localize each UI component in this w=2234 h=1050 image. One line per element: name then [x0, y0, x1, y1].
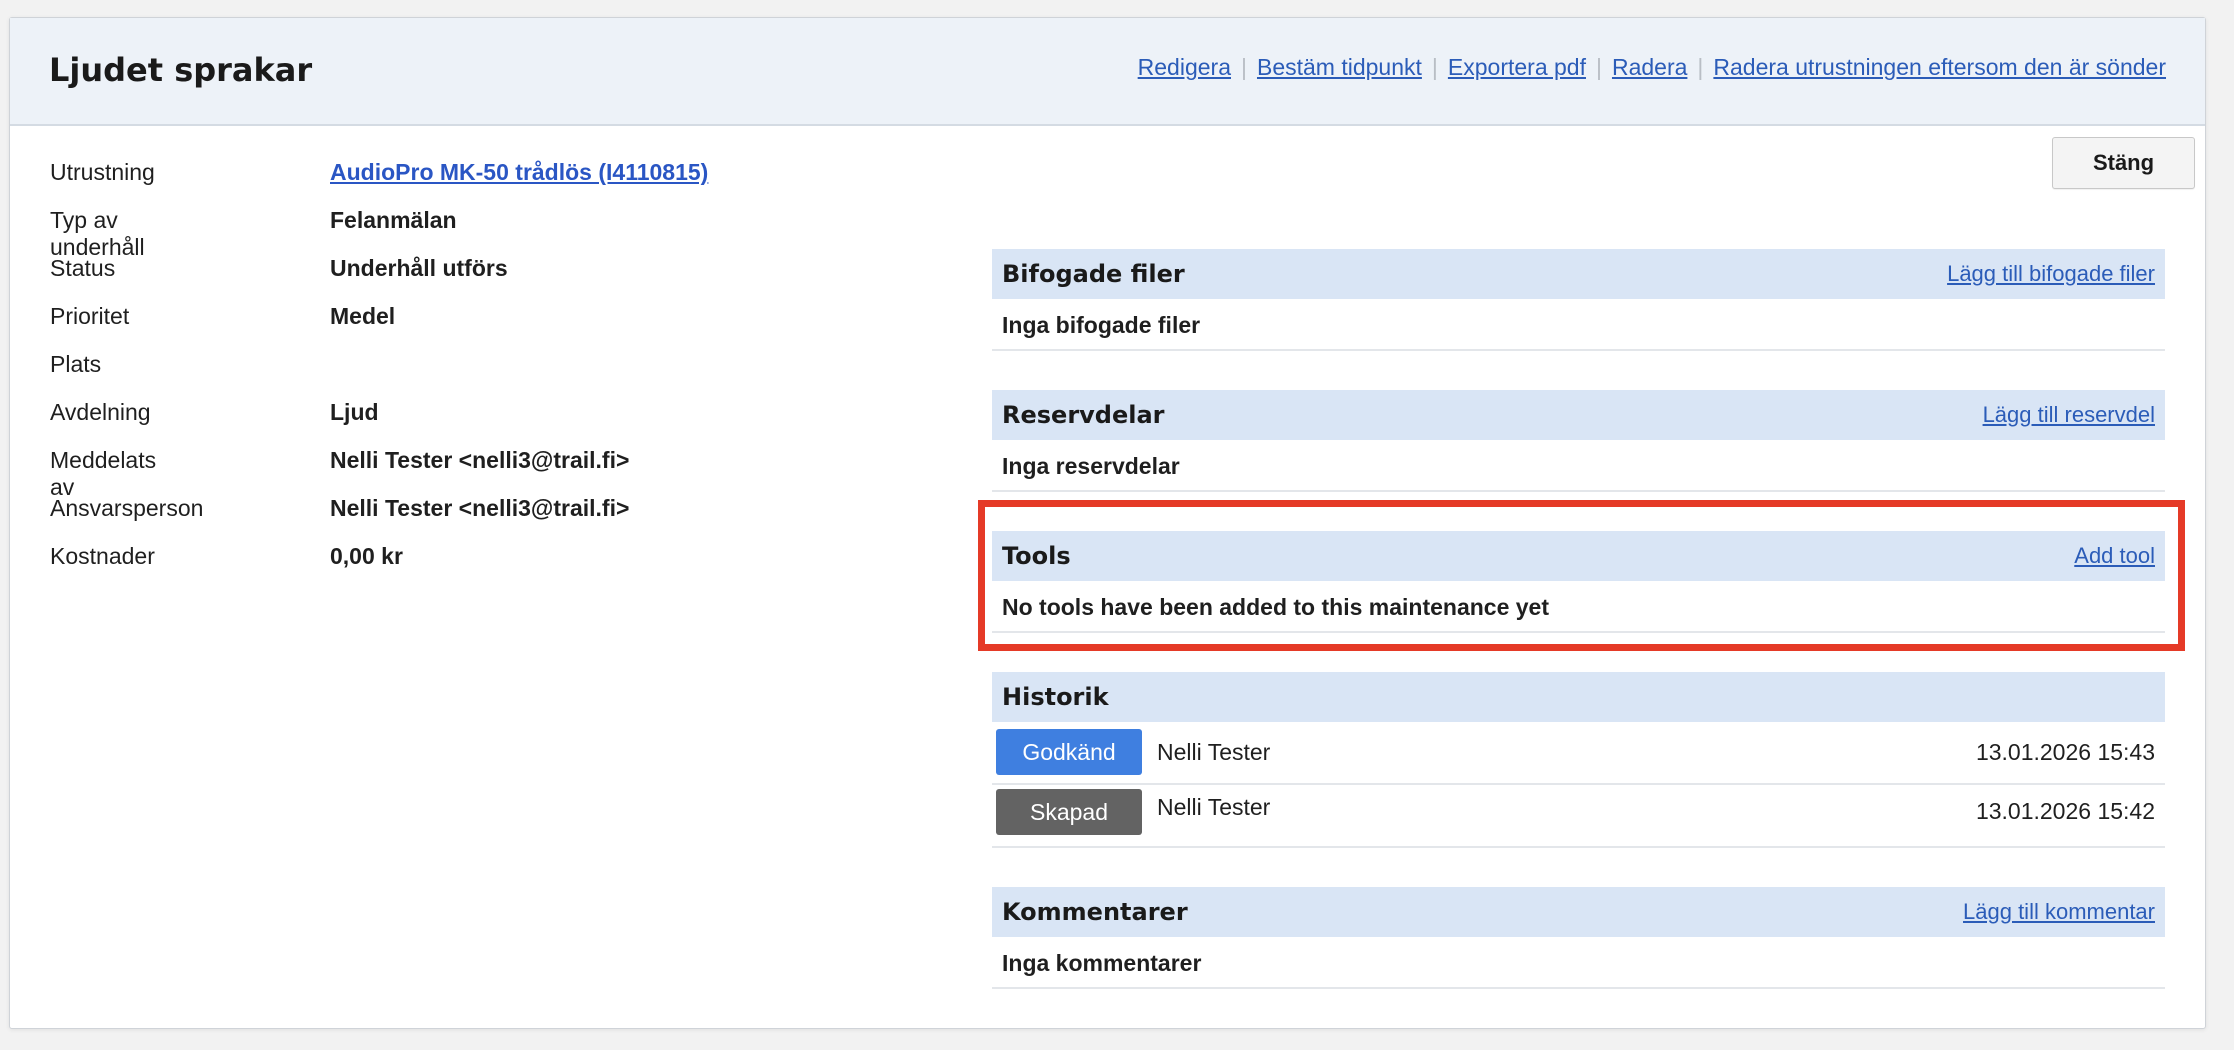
section-header: Reservdelar Lägg till reservdel — [992, 390, 2165, 440]
separator: | — [1241, 54, 1247, 80]
info-label: Plats — [50, 351, 102, 377]
info-value: Medel — [330, 303, 396, 329]
maintenance-card: Ljudet sprakar Redigera | Bestäm tidpunkt |… — [9, 17, 2206, 1029]
info-label: Typ av underhåll — [50, 207, 145, 260]
comments-section: Kommentarer Lägg till kommentar Inga kom… — [992, 887, 2165, 989]
section-body: Inga kommentarer — [992, 937, 2165, 989]
equipment-link[interactable]: AudioPro MK-50 trådlös (I4110815) — [330, 159, 708, 185]
info-value: Underhåll utförs — [330, 255, 508, 281]
card-header: Ljudet sprakar Redigera | Bestäm tidpunkt |… — [10, 18, 2205, 126]
info-label: Kostnader — [50, 543, 155, 569]
info-value: AudioPro MK-50 trådlös (I4110815) — [330, 159, 708, 186]
info-value: 0,00 kr — [330, 543, 403, 569]
attachments-section: Bifogade filer Lägg till bifogade filer … — [992, 249, 2165, 351]
info-value: Ljud — [330, 399, 379, 425]
add-tool-link[interactable]: Add tool — [2074, 543, 2155, 569]
add-attachment-link[interactable]: Lägg till bifogade filer — [1947, 261, 2155, 287]
add-spare-part-link[interactable]: Lägg till reservdel — [1983, 402, 2155, 428]
delete-link[interactable]: Radera — [1612, 54, 1687, 80]
export-pdf-link[interactable]: Exportera pdf — [1448, 54, 1586, 80]
section-title: Reservdelar — [1002, 401, 1165, 429]
history-row: Godkänd Nelli Tester 13.01.2026 15:43 — [992, 722, 2165, 785]
history-timestamp: 13.01.2026 15:42 — [1975, 798, 2155, 824]
info-label: Avdelning — [50, 399, 151, 425]
info-label: Prioritet — [50, 303, 130, 329]
history-row: Skapad Nelli Tester 13.01.2026 15:42 — [992, 785, 2165, 848]
empty-state: Inga kommentarer — [1002, 950, 1202, 976]
empty-state: Inga bifogade filer — [1002, 312, 1201, 338]
separator: | — [1595, 54, 1602, 80]
history-user: Nelli Tester — [1157, 794, 1271, 820]
history-user: Nelli Tester — [1157, 739, 1271, 765]
tools-section: Tools Add tool No tools have been added … — [992, 531, 2165, 633]
info-label: Utrustning — [50, 159, 155, 185]
status-badge: Godkänd — [996, 729, 1142, 775]
info-label: Ansvarsperson — [50, 495, 204, 521]
section-title: Historik — [1002, 683, 1109, 711]
spare-parts-section: Reservdelar Lägg till reservdel Inga res… — [992, 390, 2165, 492]
status-badge: Skapad — [996, 789, 1142, 835]
delete-broken-equipment-link[interactable]: Radera utrustningen eftersom den är sönd… — [1713, 54, 2166, 80]
header-actions: Redigera | Bestäm tidpunkt | Exportera pdf | R… — [1138, 54, 2166, 81]
page-title: Ljudet sprakar — [49, 51, 313, 89]
section-title: Tools — [1002, 542, 1071, 570]
section-body: Inga reservdelar — [992, 440, 2165, 492]
close-button[interactable]: Stäng — [2052, 137, 2195, 189]
edit-link[interactable]: Redigera — [1138, 54, 1231, 80]
section-title: Bifogade filer — [1002, 260, 1185, 288]
section-header: Bifogade filer Lägg till bifogade filer — [992, 249, 2165, 299]
info-label: Meddelats av — [50, 447, 157, 500]
info-label: Status — [50, 255, 116, 281]
separator: | — [1697, 54, 1704, 80]
empty-state: No tools have been added to this mainten… — [1002, 594, 1550, 620]
history-section: Historik Godkänd Nelli Tester 13.01.2026… — [992, 672, 2165, 848]
info-value: Nelli Tester <nelli3@trail.fi> — [330, 495, 630, 521]
info-value: Nelli Tester <nelli3@trail.fi> — [330, 447, 630, 473]
section-title: Kommentarer — [1002, 898, 1188, 926]
section-body: Inga bifogade filer — [992, 299, 2165, 351]
schedule-link[interactable]: Bestäm tidpunkt — [1257, 54, 1422, 80]
info-value: Felanmälan — [330, 207, 457, 233]
section-header: Kommentarer Lägg till kommentar — [992, 887, 2165, 937]
empty-state: Inga reservdelar — [1002, 453, 1180, 479]
section-body: No tools have been added to this mainten… — [992, 581, 2165, 633]
history-timestamp: 13.01.2026 15:43 — [1975, 739, 2155, 765]
separator: | — [1431, 54, 1438, 80]
section-header: Historik — [992, 672, 2165, 722]
add-comment-link[interactable]: Lägg till kommentar — [1963, 899, 2155, 925]
section-header: Tools Add tool — [992, 531, 2165, 581]
